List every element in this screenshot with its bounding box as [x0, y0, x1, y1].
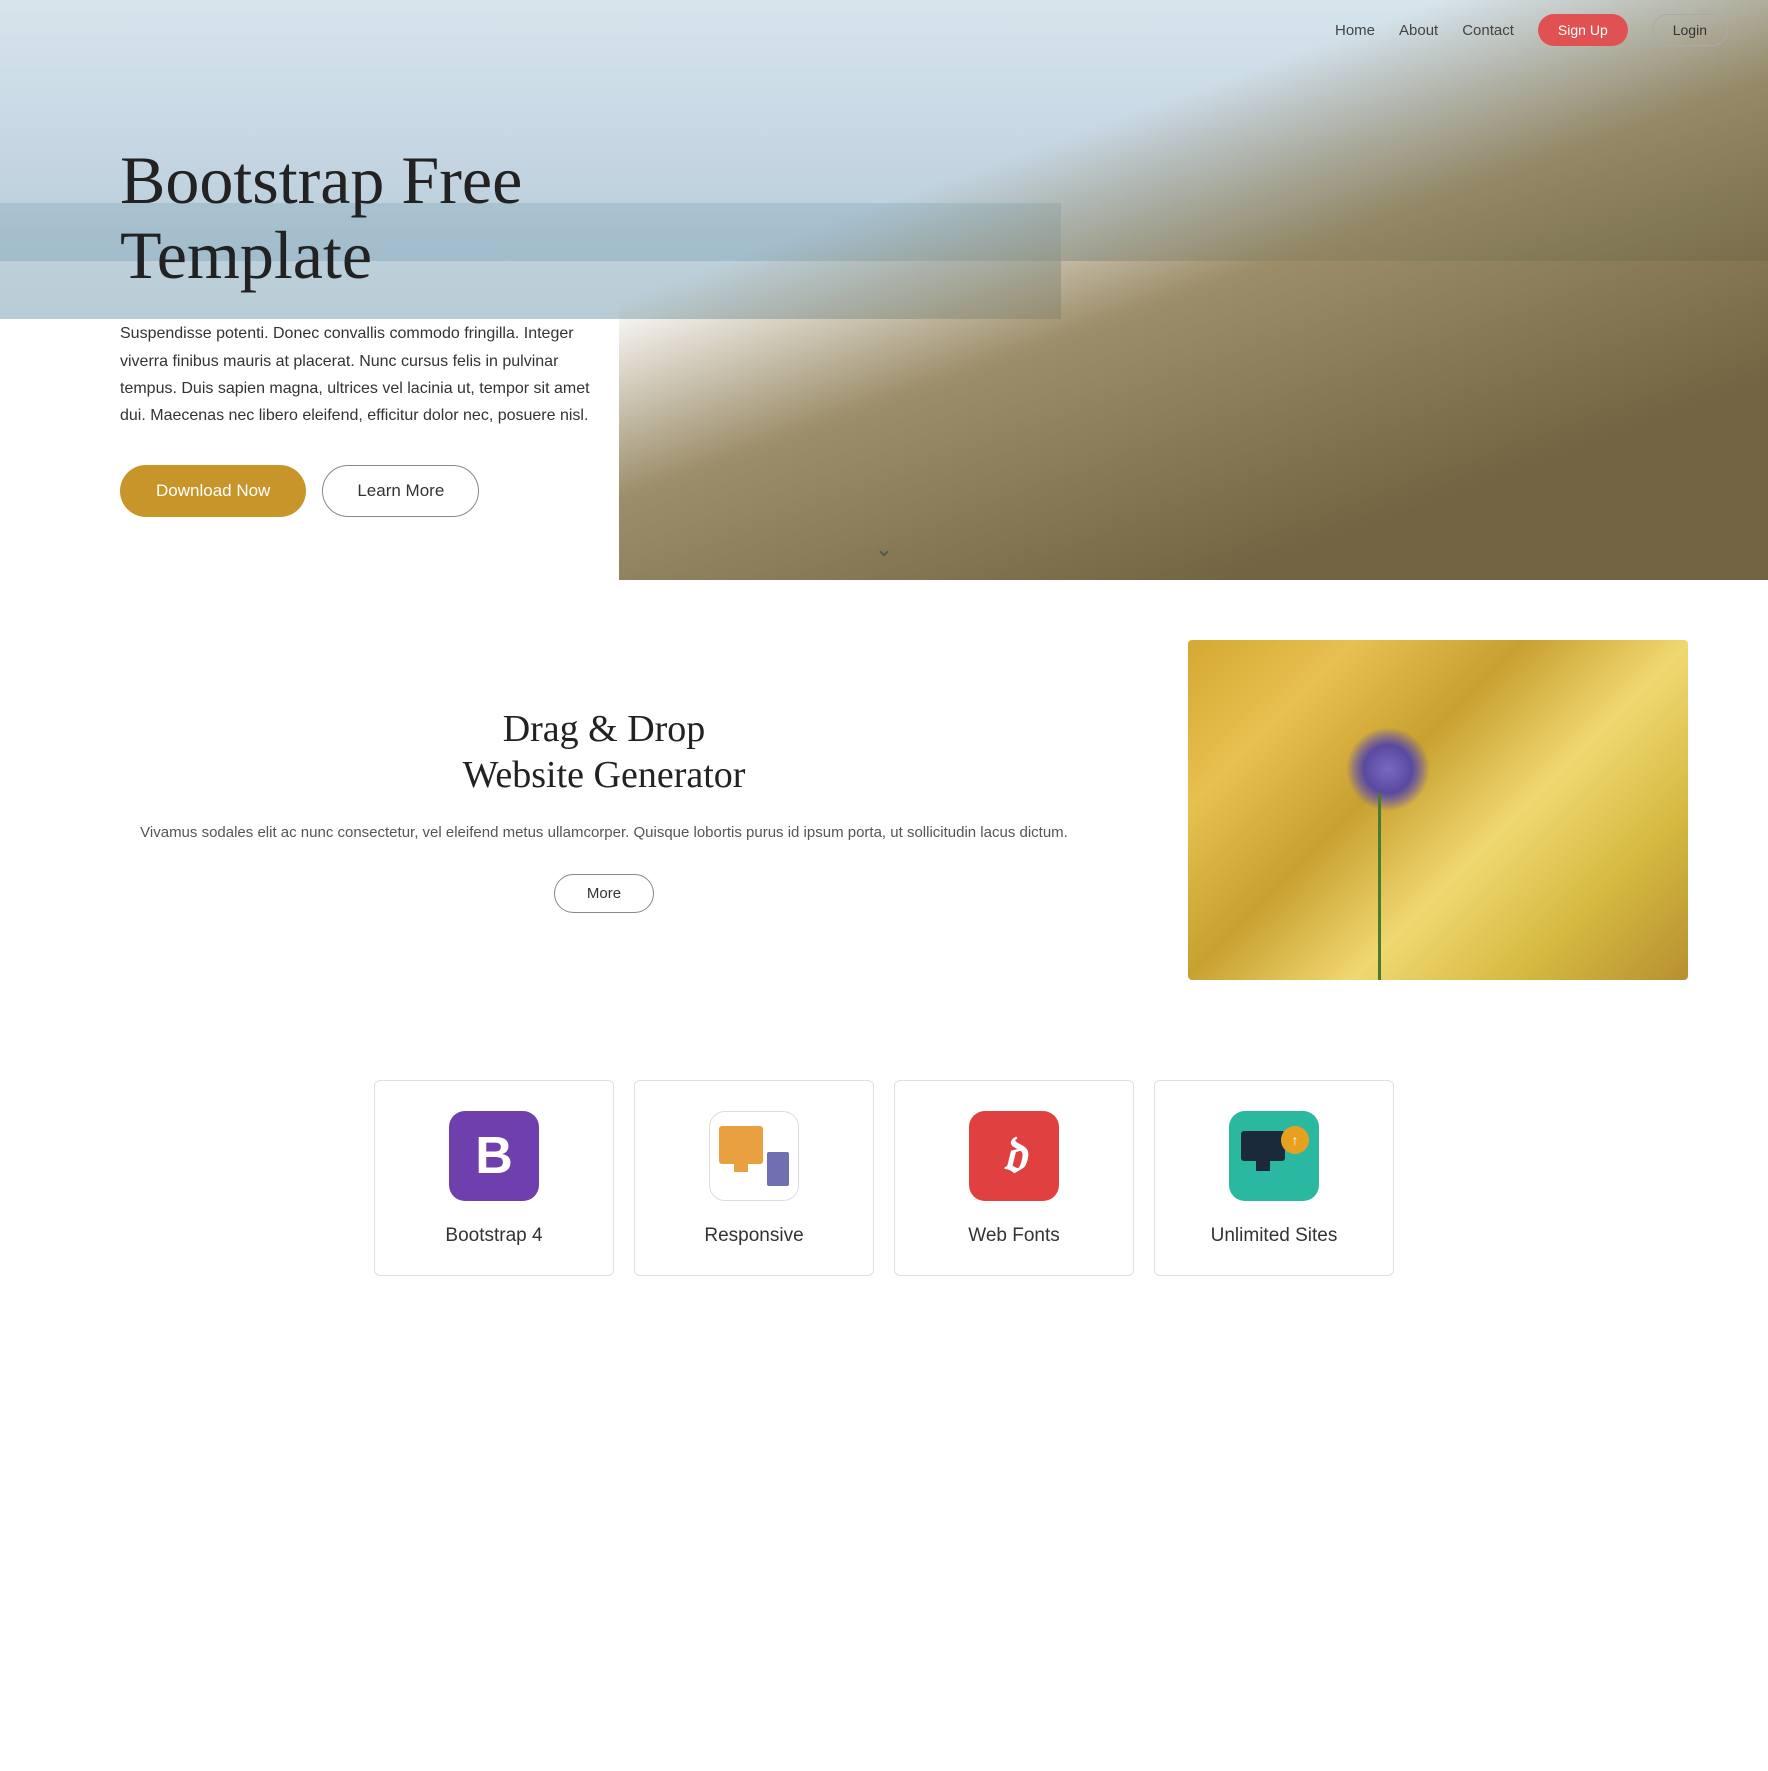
responsive-screens-icon	[719, 1126, 789, 1186]
desktop-screen-icon	[719, 1126, 763, 1164]
mobile-screen-icon	[767, 1152, 789, 1186]
card-responsive-label: Responsive	[655, 1225, 853, 1247]
dnd-title: Drag & DropWebsite Generator	[100, 707, 1108, 798]
cards-section: B Bootstrap 4 Responsive 𝔡 Web Fonts ↑ U…	[0, 1040, 1768, 1336]
dnd-text: Vivamus sodales elit ac nunc consectetur…	[100, 820, 1108, 846]
dnd-section: Drag & DropWebsite Generator Vivamus sod…	[0, 580, 1768, 1040]
nav-home[interactable]: Home	[1335, 22, 1375, 39]
hero-subtitle: Suspendisse potenti. Donec convallis com…	[120, 320, 600, 429]
download-button[interactable]: Download Now	[120, 465, 306, 517]
card-bootstrap-label: Bootstrap 4	[395, 1225, 593, 1247]
dnd-left-content: Drag & DropWebsite Generator Vivamus sod…	[80, 707, 1128, 913]
card-webfonts: 𝔡 Web Fonts	[894, 1080, 1134, 1276]
dnd-image	[1188, 640, 1688, 980]
card-webfonts-label: Web Fonts	[915, 1225, 1113, 1247]
hero-content: Bootstrap Free Template Suspendisse pote…	[0, 63, 700, 517]
nav-contact[interactable]: Contact	[1462, 22, 1514, 39]
monitor-icon	[1241, 1131, 1285, 1161]
hero-grass-bg	[619, 0, 1768, 580]
bootstrap-icon: B	[449, 1111, 539, 1201]
unlimited-icon: ↑	[1229, 1111, 1319, 1201]
flower-image	[1188, 640, 1688, 980]
hero-section: Bootstrap Free Template Suspendisse pote…	[0, 0, 1768, 580]
card-responsive: Responsive	[634, 1080, 874, 1276]
signup-button[interactable]: Sign Up	[1538, 14, 1628, 46]
navbar: Home About Contact Sign Up Login	[0, 0, 1768, 60]
webfonts-f-letter: 𝔡	[1002, 1126, 1026, 1186]
responsive-icon	[709, 1111, 799, 1201]
card-unlimited: ↑ Unlimited Sites	[1154, 1080, 1394, 1276]
hero-title: Bootstrap Free Template	[120, 143, 700, 293]
nav-links: Home About Contact Sign Up Login	[1335, 14, 1728, 46]
scroll-down-icon[interactable]: ⌄	[875, 536, 893, 562]
card-bootstrap: B Bootstrap 4	[374, 1080, 614, 1276]
unlimited-badge-icon: ↑	[1281, 1126, 1309, 1154]
nav-about[interactable]: About	[1399, 22, 1438, 39]
bootstrap-b-letter: B	[475, 1126, 513, 1186]
more-button[interactable]: More	[554, 874, 654, 913]
learn-more-button[interactable]: Learn More	[322, 465, 479, 517]
webfonts-icon: 𝔡	[969, 1111, 1059, 1201]
card-unlimited-label: Unlimited Sites	[1175, 1225, 1373, 1247]
login-button[interactable]: Login	[1652, 14, 1728, 46]
hero-buttons: Download Now Learn More	[120, 465, 700, 517]
dnd-right-image	[1188, 640, 1688, 980]
unlimited-monitor-icon: ↑	[1239, 1126, 1309, 1186]
